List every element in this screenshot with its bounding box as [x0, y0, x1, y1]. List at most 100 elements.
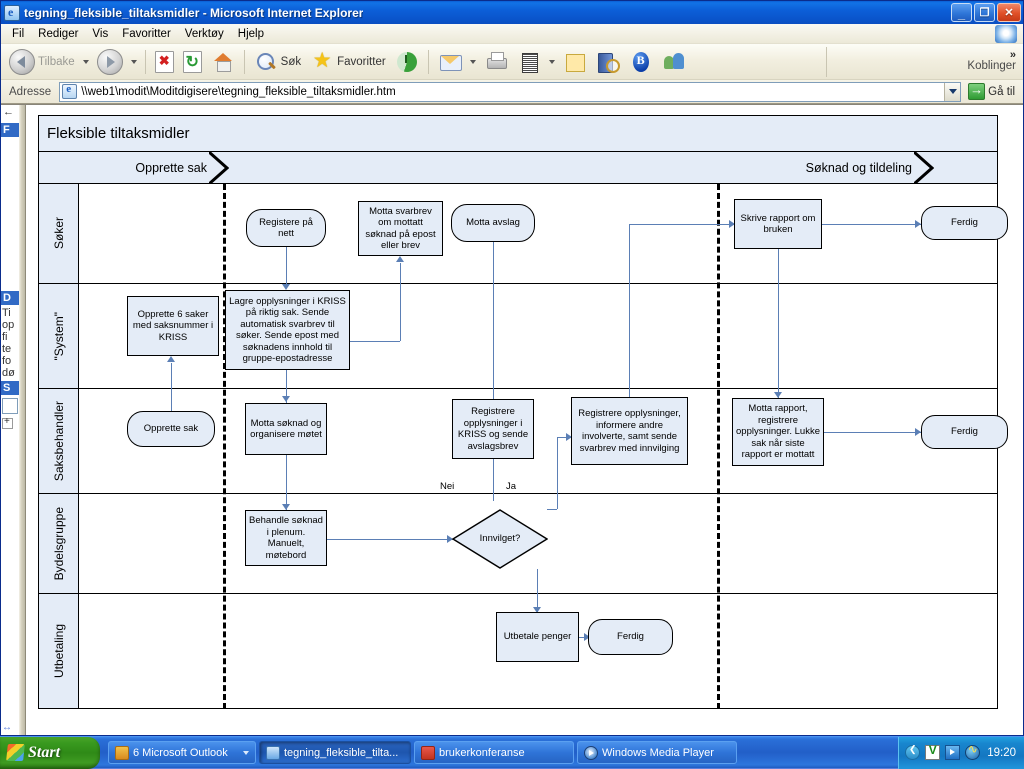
back-dropdown-icon[interactable] [83, 60, 89, 64]
home-button[interactable] [207, 47, 239, 77]
node-label: Opprette sak [144, 423, 198, 435]
favorites-label: Favoritter [337, 56, 386, 68]
node-skrive-rapport[interactable]: Skrive rapport om bruken [734, 199, 822, 249]
explorer-bar-splitter[interactable] [19, 105, 26, 735]
lane-utbetaling: Utbetaling Utbetale penger Ferdig [39, 594, 997, 709]
taskbar-item-brukerkonferanse[interactable]: brukerkonferanse [414, 741, 574, 764]
node-lagre-opplysninger[interactable]: Lagre opplysninger i KRISS på riktig sak… [225, 290, 350, 370]
expand-plus-icon[interactable] [2, 418, 13, 429]
explorer-bar-line: dø [1, 367, 19, 379]
address-dropdown-button[interactable] [944, 83, 960, 101]
media-play-icon[interactable] [945, 745, 960, 760]
chevron-down-icon[interactable] [243, 751, 249, 755]
antivirus-icon[interactable] [925, 745, 940, 760]
address-label: Adresse [3, 86, 56, 98]
explorer-bar-search-label: S [1, 381, 19, 395]
node-registrere-innvilging[interactable]: Registrere opplysninger, informere andre… [571, 397, 688, 465]
lane-saksbehandler: Saksbehandler Opprette sak Motta søknad … [39, 389, 997, 494]
taskbar-item-wmp[interactable]: Windows Media Player [577, 741, 737, 764]
node-motta-rapport[interactable]: Motta rapport, registrere opplysninger. … [732, 398, 824, 466]
lane-title: Søker [52, 217, 66, 249]
show-hidden-icons-button[interactable] [905, 745, 920, 760]
stop-icon [155, 51, 174, 73]
refresh-button[interactable] [179, 47, 206, 77]
node-innvilget-decision[interactable]: Innvilget? [452, 509, 548, 569]
node-ferdig-soker[interactable]: Ferdig [921, 206, 1008, 240]
go-button[interactable]: Gå til [964, 83, 1021, 100]
mail-button[interactable] [434, 47, 466, 77]
favorites-button[interactable]: Favoritter [306, 47, 390, 77]
explorer-bar-search-input[interactable] [2, 398, 18, 414]
address-input[interactable]: \\web1\modit\Moditdigisere\tegning_fleks… [59, 82, 961, 102]
start-button[interactable]: Start [0, 737, 100, 769]
node-label: Motta avslag [466, 217, 520, 229]
node-label: Registere på nett [250, 217, 322, 240]
node-registere-pa-nett[interactable]: Registere på nett [246, 209, 326, 247]
explorer-bar-resize-handle[interactable]: ↔ [2, 722, 12, 733]
back-button[interactable]: Tilbake [5, 47, 79, 77]
menu-item-hjelp[interactable]: Hjelp [231, 26, 271, 42]
page-viewport: Fleksible tiltaksmidler Opprette sak Søk… [26, 105, 1023, 735]
node-utbetale-penger[interactable]: Utbetale penger [496, 612, 579, 662]
edit-button[interactable] [513, 47, 545, 77]
links-bar[interactable]: » Koblinger [967, 45, 1019, 79]
stop-button[interactable] [151, 47, 178, 77]
node-ferdig-utbetaling[interactable]: Ferdig [588, 619, 673, 655]
taskbar-item-ie[interactable]: tegning_fleksible_tilta... [259, 741, 411, 764]
back-icon [9, 49, 35, 75]
node-label: Ferdig [951, 426, 978, 438]
messenger-button[interactable] [658, 47, 690, 77]
node-motta-svarbrev[interactable]: Motta svarbrev om mottatt søknad på epos… [358, 201, 443, 256]
notes-button[interactable] [559, 47, 591, 77]
node-ferdig-saksbehandler[interactable]: Ferdig [921, 415, 1008, 449]
node-motta-soknad[interactable]: Motta søknad og organisere møtet [245, 403, 327, 455]
node-behandle-soknad[interactable]: Behandle søknad i plenum. Manuelt, møteb… [245, 510, 327, 566]
menu-item-rediger[interactable]: Rediger [31, 26, 85, 42]
maximize-button[interactable]: ❐ [974, 3, 995, 22]
node-label: Lagre opplysninger i KRISS på riktig sak… [229, 296, 346, 365]
ie-browser-window: tegning_fleksible_tiltaksmidler - Micros… [0, 0, 1024, 736]
menu-item-verktoy[interactable]: Verktøy [178, 26, 231, 42]
taskbar-item-outlook[interactable]: 6 Microsoft Outlook [108, 741, 256, 764]
bluetooth-button[interactable] [625, 47, 657, 77]
minimize-button[interactable]: _ [951, 3, 972, 22]
forward-button[interactable] [93, 47, 127, 77]
node-registrere-avslagsbrev[interactable]: Registrere opplysninger i KRISS og sende… [452, 399, 534, 459]
explorer-bar-line: op [1, 319, 19, 331]
print-button[interactable] [480, 47, 512, 77]
close-button[interactable]: ✕ [997, 3, 1021, 22]
explorer-bar-close-icon[interactable]: ← [3, 106, 14, 118]
links-chevron-icon[interactable]: » [1010, 51, 1016, 60]
taskbar-clock[interactable]: 19:20 [987, 747, 1016, 759]
forward-dropdown-icon[interactable] [131, 60, 137, 64]
taskbar-item-label: brukerkonferanse [439, 747, 525, 759]
node-opprette-sak[interactable]: Opprette sak [127, 411, 215, 447]
menu-item-fil[interactable]: Fil [5, 26, 31, 42]
forward-icon [97, 49, 123, 75]
mail-dropdown-icon[interactable] [470, 60, 476, 64]
refresh-icon [183, 51, 202, 73]
node-motta-avslag[interactable]: Motta avslag [451, 204, 535, 242]
explorer-bar-section-title: D [1, 291, 19, 305]
phase-chevron-icon [209, 152, 229, 184]
edit-icon [517, 50, 541, 74]
notes-icon [563, 50, 587, 74]
history-button[interactable] [391, 47, 423, 77]
volume-icon[interactable] [965, 745, 980, 760]
menu-item-favoritter[interactable]: Favoritter [115, 26, 178, 42]
taskbar-item-label: 6 Microsoft Outlook [133, 747, 228, 759]
search-button[interactable]: Søk [250, 47, 305, 77]
phase-opprette-sak: Opprette sak [39, 152, 229, 184]
menu-item-vis[interactable]: Vis [85, 26, 115, 42]
chevron-down-icon [949, 89, 957, 94]
wmp-icon [584, 746, 598, 760]
edit-dropdown-icon[interactable] [549, 60, 555, 64]
node-opprette-6-saker[interactable]: Opprette 6 saker med saksnummer i KRISS [127, 296, 219, 356]
node-label: Utbetale penger [504, 631, 572, 643]
lane-system: "System" Opprette 6 saker med saksnummer… [39, 284, 997, 389]
phase-separator-2 [717, 184, 720, 709]
windows-flag-icon [6, 744, 25, 761]
node-label: Skrive rapport om bruken [738, 213, 818, 236]
process-diagram: Fleksible tiltaksmidler Opprette sak Søk… [38, 115, 998, 709]
research-button[interactable] [592, 47, 624, 77]
